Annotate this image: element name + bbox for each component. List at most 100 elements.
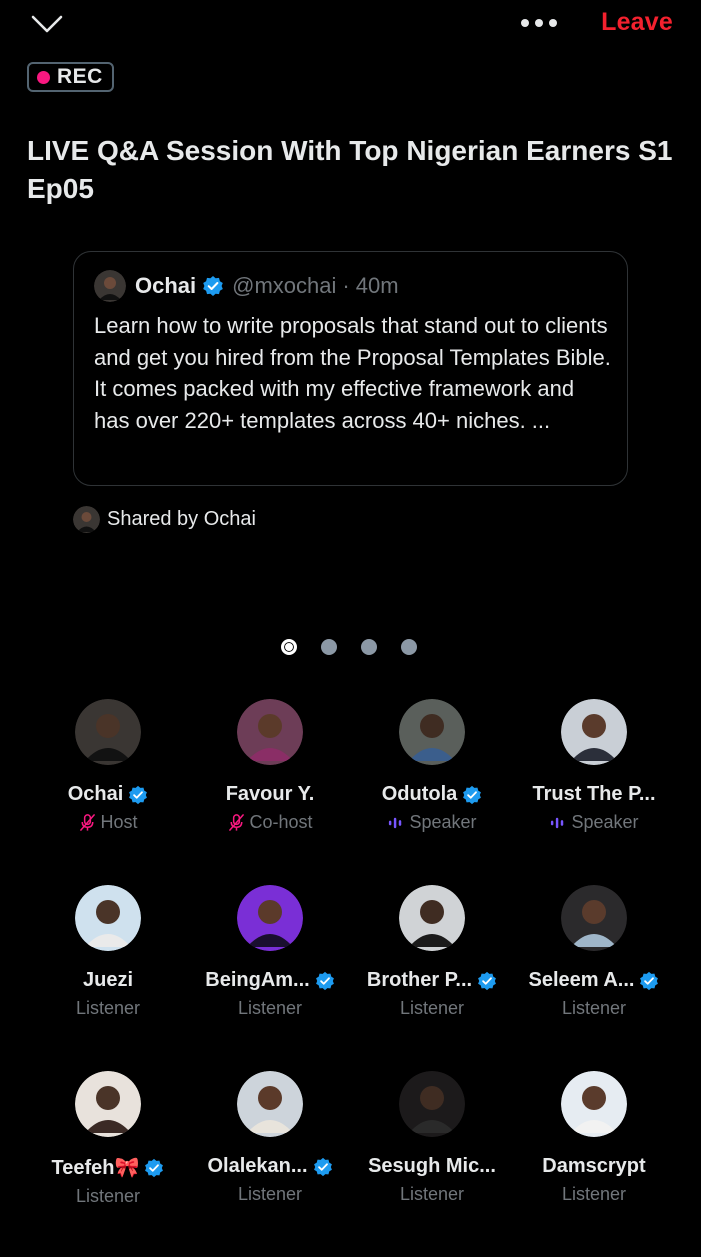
participants-grid: Ochai Host Favour Y. Co-host Odutola Speaker T… — [27, 699, 675, 1257]
participant-name: Juezi — [82, 969, 134, 991]
participant[interactable]: Sesugh Mic... Listener — [351, 1071, 513, 1257]
chevron-down-icon[interactable] — [30, 12, 64, 36]
participant-role-row: Listener — [400, 1184, 464, 1205]
participant-name: Brother P... — [366, 969, 473, 991]
participant[interactable]: Damscrypt Listener — [513, 1071, 675, 1257]
mic-off-icon — [80, 814, 96, 831]
mic-off-icon — [229, 814, 245, 831]
pagination-dots — [281, 639, 417, 655]
shared-by: Shared by Ochai — [73, 506, 256, 533]
participant-role: Co-host — [249, 812, 313, 832]
participant[interactable]: Brother P... Listener — [351, 885, 513, 1071]
participant-name: Teefeh🎀 — [51, 1157, 140, 1179]
sharer-avatar — [73, 506, 100, 533]
participant-name-row: Seleem A... — [529, 969, 660, 992]
tweet-timestamp: 40m — [355, 273, 399, 298]
participant[interactable]: Odutola Speaker — [351, 699, 513, 885]
participant-role: Listener — [561, 1184, 627, 1204]
tweet-author-avatar — [94, 270, 126, 302]
participant-role: Listener — [237, 998, 303, 1018]
participant[interactable]: Trust The P... Speaker — [513, 699, 675, 885]
participant-name-row: Brother P... — [367, 969, 497, 992]
avatar — [561, 699, 627, 765]
participant-role-row: Speaker — [387, 812, 477, 833]
participant-name: Olalekan... — [207, 1155, 308, 1177]
avatar — [561, 885, 627, 951]
recording-badge: REC — [27, 62, 114, 92]
tweet-author-handle[interactable]: @mxochai — [232, 273, 336, 299]
page-dot[interactable] — [321, 639, 337, 655]
participant-name: Odutola — [381, 783, 458, 805]
participant-name-row: Trust The P... — [533, 783, 656, 806]
participant-name: Sesugh Mic... — [368, 1155, 496, 1177]
avatar — [237, 885, 303, 951]
tweet-header: Ochai @mxochai · 40m — [94, 270, 399, 302]
participant-name-row: BeingAm... — [205, 969, 334, 992]
participants-row: Ochai Host Favour Y. Co-host Odutola Speaker T… — [27, 699, 675, 885]
avatar — [237, 699, 303, 765]
participant-name-row: Juezi — [83, 969, 133, 992]
verified-badge-icon — [478, 971, 497, 990]
participant[interactable]: Ochai Host — [27, 699, 189, 885]
tweet-text: Learn how to write proposals that stand … — [94, 313, 611, 434]
participant[interactable]: Olalekan... Listener — [189, 1071, 351, 1257]
verified-badge-icon — [463, 785, 482, 804]
participant-role: Listener — [561, 998, 627, 1018]
page-dot[interactable] — [281, 639, 297, 655]
pinned-tweet-card[interactable]: Ochai @mxochai · 40m Learn how to write … — [73, 251, 628, 486]
participant-name-row: Damscrypt — [542, 1155, 645, 1178]
participants-row: Teefeh🎀 Listener Olalekan... Listener Sesugh… — [27, 1071, 675, 1257]
avatar — [399, 1071, 465, 1137]
speaking-bars-icon — [389, 817, 402, 829]
participant-name: Seleem A... — [528, 969, 635, 991]
participant-name: Favour Y. — [225, 783, 315, 805]
participant[interactable]: BeingAm... Listener — [189, 885, 351, 1071]
page-dot[interactable] — [361, 639, 377, 655]
participant-name: BeingAm... — [205, 969, 310, 991]
avatar — [399, 699, 465, 765]
participant[interactable]: Favour Y. Co-host — [189, 699, 351, 885]
participant[interactable]: Juezi Listener — [27, 885, 189, 1071]
participant-role: Speaker — [409, 812, 477, 832]
participant[interactable]: Seleem A... Listener — [513, 885, 675, 1071]
participant-role: Listener — [75, 998, 141, 1018]
participant-name-row: Sesugh Mic... — [368, 1155, 496, 1178]
participant-role: Listener — [399, 998, 465, 1018]
speaking-bars-icon — [551, 817, 564, 829]
more-options-icon[interactable] — [518, 10, 560, 36]
recording-dot-icon — [37, 70, 50, 84]
participant-role-row: Speaker — [549, 812, 639, 833]
avatar — [75, 885, 141, 951]
recording-label: REC — [57, 65, 103, 88]
tweet-author-name[interactable]: Ochai — [135, 273, 196, 299]
participant-role: Host — [100, 812, 138, 832]
leave-button[interactable]: Leave — [601, 8, 673, 37]
participant[interactable]: Teefeh🎀 Listener — [27, 1071, 189, 1257]
participant-role: Listener — [237, 1184, 303, 1204]
participant-role-row: Host — [78, 812, 138, 833]
avatar — [561, 1071, 627, 1137]
tweet-separator: · — [342, 273, 350, 298]
avatar — [75, 699, 141, 765]
participant-role-row: Co-host — [227, 812, 313, 833]
shared-by-label: Shared by Ochai — [107, 508, 256, 530]
participant-role: Speaker — [571, 812, 639, 832]
participant-role-row: Listener — [76, 1186, 140, 1207]
avatar — [75, 1071, 141, 1137]
participant-name-row: Favour Y. — [226, 783, 315, 806]
verified-badge-icon — [129, 785, 148, 804]
space-title: LIVE Q&A Session With Top Nigerian Earne… — [27, 135, 673, 204]
verified-badge-icon — [145, 1158, 164, 1177]
participant-name-row: Odutola — [382, 783, 483, 806]
participant-name: Trust The P... — [532, 783, 656, 805]
participant-role-row: Listener — [562, 1184, 626, 1205]
participant-role-row: Listener — [400, 998, 464, 1019]
verified-badge-icon — [315, 971, 334, 990]
participant-name-row: Teefeh🎀 — [52, 1155, 165, 1180]
participant-role-row: Listener — [562, 998, 626, 1019]
avatar — [399, 885, 465, 951]
page-dot[interactable] — [401, 639, 417, 655]
participant-name: Damscrypt — [542, 1155, 646, 1177]
participant-name-row: Ochai — [68, 783, 149, 806]
participants-row: Juezi Listener BeingAm... Listener Brother P… — [27, 885, 675, 1071]
